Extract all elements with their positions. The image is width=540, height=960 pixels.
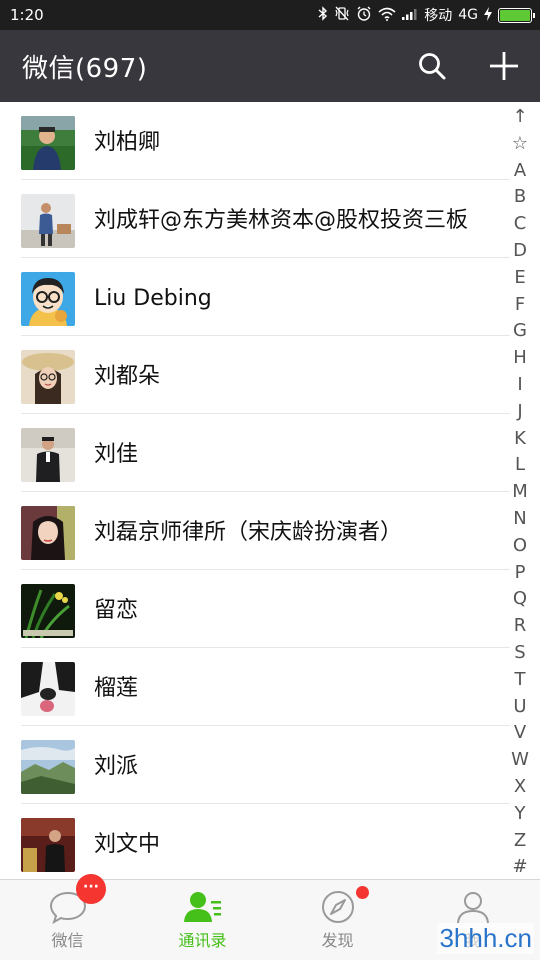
contact-row[interactable]: 刘成轩@东方美林资本@股权投资三板 [0, 180, 510, 258]
index-e[interactable]: E [500, 265, 540, 292]
battery-fill [500, 9, 530, 21]
index-v[interactable]: V [500, 720, 540, 747]
battery-icon [498, 7, 535, 23]
vibrate-icon [334, 6, 350, 24]
contact-name: 刘成轩@东方美林资本@股权投资三板 [94, 208, 469, 233]
wifi-icon [378, 7, 396, 24]
signal-icon [402, 7, 418, 23]
index-i[interactable]: I [500, 372, 540, 399]
contact-name: 刘佳 [94, 442, 139, 467]
app-header: 微信(697) [0, 30, 540, 102]
page-title: 微信(697) [22, 53, 148, 84]
contact-row[interactable]: 刘柏卿 [0, 102, 510, 180]
avatar [21, 428, 75, 482]
index-starred[interactable]: ☆ [500, 131, 540, 158]
add-icon [490, 52, 518, 80]
index-top[interactable]: ↑ [500, 104, 540, 131]
tab-label: 微信 [51, 931, 84, 950]
tab-chats[interactable]: ··· 微信 [0, 874, 135, 960]
index-r[interactable]: R [500, 613, 540, 640]
new-dot-badge [356, 886, 369, 899]
index-n[interactable]: N [500, 506, 540, 533]
status-icons: 移动 4G [318, 5, 535, 25]
watermark: 3hhh.cn [437, 923, 534, 954]
contact-row[interactable]: 刘都朵 [0, 336, 510, 414]
index-t[interactable]: T [500, 667, 540, 694]
contact-name: Liu Debing [94, 286, 212, 311]
index-k[interactable]: K [500, 426, 540, 453]
tab-discover[interactable]: 发现 [270, 880, 405, 960]
index-u[interactable]: U [500, 694, 540, 721]
index-s[interactable]: S [500, 640, 540, 667]
contact-name: 榴莲 [94, 676, 139, 701]
bluetooth-icon [318, 6, 328, 24]
index-z[interactable]: Z [500, 828, 540, 855]
header-actions [396, 30, 540, 102]
index-x[interactable]: X [500, 774, 540, 801]
contacts-icon [183, 892, 221, 922]
index-g[interactable]: G [500, 318, 540, 345]
avatar [21, 818, 75, 872]
charging-icon [484, 6, 492, 24]
index-f[interactable]: F [500, 292, 540, 319]
index-q[interactable]: Q [500, 586, 540, 613]
network-type: 4G [458, 7, 478, 23]
avatar [21, 116, 75, 170]
index-a[interactable]: A [500, 158, 540, 185]
contact-row[interactable]: 刘文中 [0, 804, 510, 879]
avatar [21, 740, 75, 794]
tab-label: 通讯录 [178, 931, 227, 950]
contact-row[interactable]: 榴莲 [0, 648, 510, 726]
index-d[interactable]: D [500, 238, 540, 265]
index-hash[interactable]: # [500, 854, 540, 881]
contact-name: 刘文中 [94, 832, 161, 857]
contact-list[interactable]: 刘柏卿 刘成轩@东方美林资本@股权投资三板 Liu Debing 刘都朵 刘佳 … [0, 102, 510, 879]
status-bar: 1:20 移动 4G [0, 0, 540, 30]
avatar [21, 272, 75, 326]
index-j[interactable]: J [500, 399, 540, 426]
contact-row[interactable]: 留恋 [0, 570, 510, 648]
alarm-icon [356, 6, 372, 24]
index-c[interactable]: C [500, 211, 540, 238]
avatar [21, 506, 75, 560]
index-b[interactable]: B [500, 184, 540, 211]
contact-row[interactable]: 刘磊京师律所（宋庆龄扮演者） [0, 492, 510, 570]
alphabet-index-bar[interactable]: ↑ ☆ A B C D E F G H I J K L M N O P Q R … [500, 102, 540, 879]
unread-badge: ··· [76, 874, 106, 904]
avatar [21, 584, 75, 638]
avatar [21, 662, 75, 716]
contact-row[interactable]: Liu Debing [0, 258, 510, 336]
status-time: 1:20 [10, 6, 44, 24]
index-o[interactable]: O [500, 533, 540, 560]
avatar [21, 194, 75, 248]
avatar [21, 350, 75, 404]
search-button[interactable] [396, 30, 468, 102]
index-p[interactable]: P [500, 560, 540, 587]
contact-name: 刘派 [94, 754, 139, 779]
contact-name: 刘磊京师律所（宋庆龄扮演者） [94, 520, 403, 545]
add-button[interactable] [468, 30, 540, 102]
contact-name: 刘柏卿 [94, 130, 161, 155]
search-icon [419, 53, 446, 80]
index-l[interactable]: L [500, 452, 540, 479]
index-m[interactable]: M [500, 479, 540, 506]
compass-icon [321, 891, 354, 923]
person-icon [456, 892, 489, 924]
contact-row[interactable]: 刘派 [0, 726, 510, 804]
contact-row[interactable]: 刘佳 [0, 414, 510, 492]
index-y[interactable]: Y [500, 801, 540, 828]
tab-label: 发现 [321, 931, 354, 950]
contact-name: 留恋 [94, 598, 139, 623]
carrier-name: 移动 [424, 8, 453, 24]
index-h[interactable]: H [500, 345, 540, 372]
tab-contacts[interactable]: 通讯录 [135, 880, 270, 960]
contact-name: 刘都朵 [94, 364, 161, 389]
index-w[interactable]: W [500, 747, 540, 774]
